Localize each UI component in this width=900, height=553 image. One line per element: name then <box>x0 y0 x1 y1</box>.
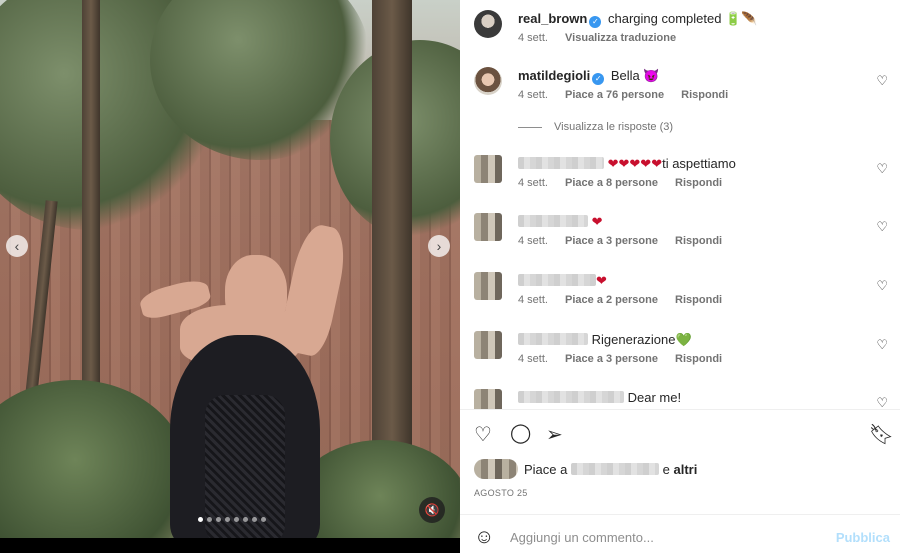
comment-username[interactable]: matildegioli <box>518 68 590 83</box>
likes-summary[interactable]: Piace a e altri <box>474 459 697 479</box>
liker-avatars <box>474 459 518 479</box>
comment-time[interactable]: 4 sett. <box>518 294 548 306</box>
action-bar: ♡ ◯ ➢ 🔖︎ <box>474 422 894 446</box>
comment-emoji: 🔋🪶 <box>725 11 758 26</box>
heart-icon[interactable]: ♡ <box>876 161 888 177</box>
comment-item: Dear me! ♡ <box>474 389 894 409</box>
comment-emoji: 😈 <box>643 68 660 83</box>
carousel-dot <box>261 517 266 522</box>
carousel-dot <box>198 517 203 522</box>
comment-likes[interactable]: Piace a 3 persone <box>565 353 658 365</box>
comment-text: charging completed <box>607 11 722 26</box>
reply-button[interactable]: Rispondi <box>675 177 722 189</box>
post-date[interactable]: AGOSTO 25 <box>474 488 528 498</box>
swimsuit <box>170 335 320 538</box>
blurred-username[interactable] <box>518 157 604 169</box>
post-media[interactable]: ‹ › 🔇 <box>0 0 460 553</box>
view-replies-button[interactable]: Visualizza le risposte (3) <box>518 121 673 133</box>
verified-icon: ✓ <box>589 16 602 28</box>
comments-panel: real_brown ✓ charging completed 🔋🪶 4 sett… <box>460 0 900 553</box>
avatar[interactable] <box>474 67 502 95</box>
video-frame <box>0 0 460 538</box>
avatar[interactable] <box>474 272 502 300</box>
comment-text: ti aspettiamo <box>662 156 736 171</box>
likes-others[interactable]: altri <box>673 462 697 477</box>
comment-likes[interactable]: Piace a 3 persone <box>565 235 658 247</box>
blurred-username[interactable] <box>571 463 659 475</box>
comment-likes[interactable]: Piace a 2 persone <box>565 294 658 306</box>
comment-input[interactable]: Aggiungi un commento... <box>510 530 654 545</box>
comment-text: Dear me! <box>627 390 682 405</box>
carousel-dot <box>207 517 212 522</box>
bookmark-icon[interactable]: 🔖︎ <box>869 422 894 447</box>
carousel-dot <box>234 517 239 522</box>
chevron-left-icon[interactable]: ‹ <box>6 235 28 257</box>
replies-line <box>518 126 542 128</box>
blurred-username[interactable] <box>518 391 624 403</box>
avatar[interactable] <box>474 331 502 359</box>
chevron-right-icon[interactable]: › <box>428 235 450 257</box>
carousel-dots <box>198 517 266 522</box>
comment-text: Rigenerazione <box>591 332 676 347</box>
verified-icon: ✓ <box>592 73 605 85</box>
comment-text: Bella <box>610 68 640 83</box>
mute-icon[interactable]: 🔇 <box>419 497 445 523</box>
blurred-username[interactable] <box>518 215 588 227</box>
heart-icon[interactable]: ♡ <box>876 337 888 353</box>
comment-icon[interactable]: ◯ <box>510 422 531 445</box>
reply-button[interactable]: Rispondi <box>681 89 728 101</box>
translate-link[interactable]: Visualizza traduzione <box>565 32 676 44</box>
carousel-dot <box>216 517 221 522</box>
reply-button[interactable]: Rispondi <box>675 294 722 306</box>
comment-time[interactable]: 4 sett. <box>518 32 548 44</box>
comment-likes[interactable]: Piace a 8 persone <box>565 177 658 189</box>
divider <box>460 409 900 410</box>
avatar[interactable] <box>474 389 502 409</box>
divider <box>460 514 900 515</box>
comment-likes[interactable]: Piace a 76 persone <box>565 89 664 101</box>
comment-time[interactable]: 4 sett. <box>518 177 548 189</box>
carousel-dot <box>243 517 248 522</box>
add-comment-bar: ☺ Aggiungi un commento... Pubblica <box>474 526 894 548</box>
comment-emoji: ❤ <box>591 214 603 229</box>
heart-icon[interactable]: ♡ <box>876 395 888 409</box>
comment-emoji: 💚 <box>675 332 692 347</box>
share-icon[interactable]: ➢ <box>546 422 563 447</box>
comment-time[interactable]: 4 sett. <box>518 353 548 365</box>
heart-icon[interactable]: ♡ <box>876 278 888 294</box>
reply-button[interactable]: Rispondi <box>675 235 722 247</box>
comment-time[interactable]: 4 sett. <box>518 235 548 247</box>
publish-button[interactable]: Pubblica <box>836 530 890 545</box>
avatar[interactable] <box>474 10 502 38</box>
avatar[interactable] <box>474 213 502 241</box>
reply-button[interactable]: Rispondi <box>675 353 722 365</box>
avatar[interactable] <box>474 155 502 183</box>
heart-icon[interactable]: ♡ <box>876 219 888 235</box>
heart-icon[interactable]: ♡ <box>474 422 492 447</box>
blurred-username[interactable] <box>518 333 588 345</box>
carousel-dot <box>225 517 230 522</box>
comment-username[interactable]: real_brown <box>518 11 587 26</box>
comment-emoji: ❤❤❤❤❤ <box>607 156 663 171</box>
blurred-username[interactable] <box>518 274 596 286</box>
heart-icon[interactable]: ♡ <box>876 73 888 89</box>
comment-time[interactable]: 4 sett. <box>518 89 548 101</box>
smile-icon[interactable]: ☺ <box>474 526 494 548</box>
carousel-dot <box>252 517 257 522</box>
view-replies-label: Visualizza le risposte (3) <box>554 121 674 133</box>
likes-middle: e <box>662 462 670 477</box>
comment-emoji: ❤ <box>596 273 607 288</box>
likes-prefix: Piace a <box>524 462 568 477</box>
